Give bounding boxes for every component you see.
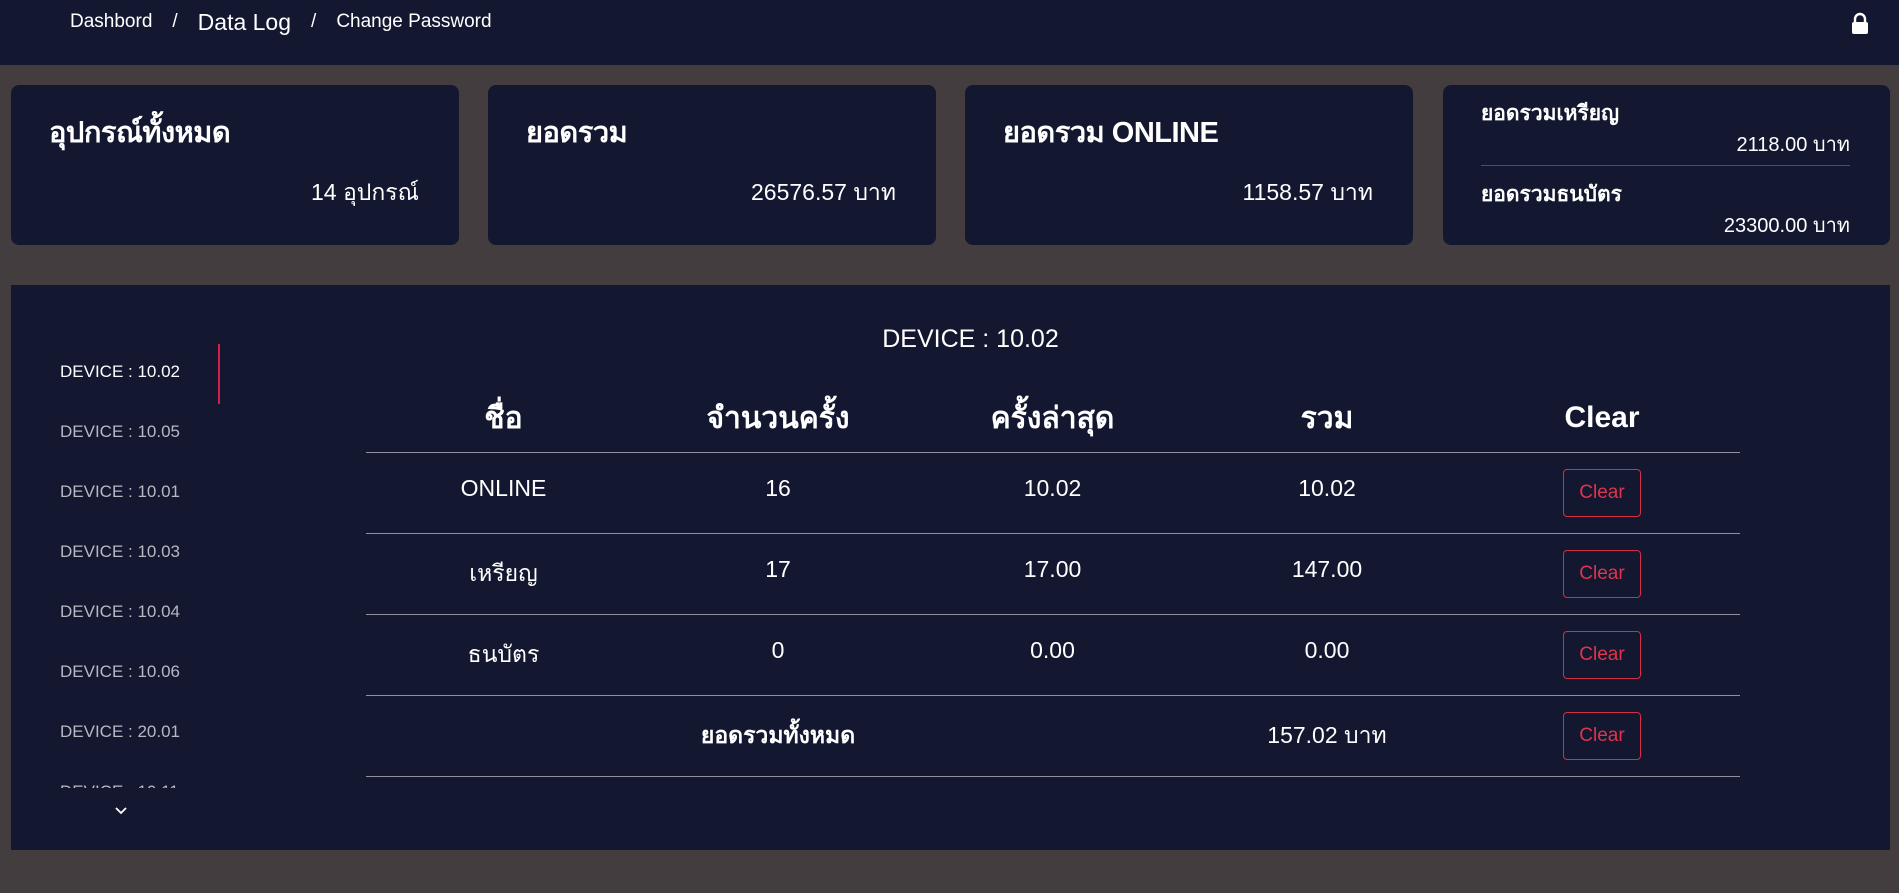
- row-last: 10.02: [915, 452, 1190, 534]
- row-sum: 10.02: [1190, 452, 1464, 534]
- row-count: 16: [641, 452, 915, 534]
- total-amount-card: ยอดรวม 26576.57 บาท: [488, 85, 936, 245]
- device-item-10-03[interactable]: DEVICE : 10.03: [11, 522, 221, 582]
- card-title: ยอดรวม ONLINE: [1003, 117, 1219, 149]
- clear-online-button[interactable]: Clear: [1563, 468, 1641, 517]
- device-log-table: ชื่อ จำนวนครั้ง ครั้งล่าสุด รวม Clear ON…: [366, 385, 1740, 777]
- card-title: ยอดรวม: [526, 117, 628, 149]
- column-last: ครั้งล่าสุด: [915, 385, 1190, 453]
- device-item-10-05[interactable]: DEVICE : 10.05: [11, 402, 221, 462]
- card-value: 1158.57 บาท: [1242, 179, 1374, 205]
- coin-total-value: 2118.00 บาท: [1736, 134, 1850, 156]
- top-navbar: Dashbord / Data Log / Change Password: [0, 0, 1899, 65]
- column-name: ชื่อ: [366, 385, 641, 453]
- table-header-row: ชื่อ จำนวนครั้ง ครั้งล่าสุด รวม Clear: [366, 385, 1740, 453]
- row-last: 17.00: [915, 533, 1190, 615]
- row-name: ONLINE: [366, 452, 641, 534]
- coin-total-title: ยอดรวมเหรียญ: [1481, 102, 1619, 125]
- total-value: 157.02 บาท: [1190, 695, 1464, 777]
- device-title: DEVICE : 10.02: [882, 325, 1059, 353]
- column-count: จำนวนครั้ง: [641, 385, 915, 453]
- card-value: 26576.57 บาท: [751, 179, 896, 205]
- column-clear: Clear: [1464, 385, 1740, 453]
- nav-data-log-link[interactable]: Data Log: [198, 9, 291, 36]
- device-item-10-04[interactable]: DEVICE : 10.04: [11, 582, 221, 642]
- row-name: ธนบัตร: [366, 614, 641, 696]
- device-item-10-01[interactable]: DEVICE : 10.01: [11, 462, 221, 522]
- row-name: เหรียญ: [366, 533, 641, 615]
- total-devices-card: อุปกรณ์ทั้งหมด 14 อุปกรณ์: [11, 85, 459, 245]
- row-count: 0: [641, 614, 915, 696]
- total-spacer: [366, 695, 641, 777]
- banknote-total-title: ยอดรวมธนบัตร: [1481, 183, 1622, 206]
- clear-banknote-button[interactable]: Clear: [1563, 630, 1641, 679]
- row-action: Clear: [1464, 695, 1740, 777]
- coin-banknote-card: ยอดรวมเหรียญ 2118.00 บาท ยอดรวมธนบัตร 23…: [1443, 85, 1890, 245]
- breadcrumb-separator: /: [311, 11, 317, 32]
- total-row: ยอดรวมทั้งหมด 157.02 บาท Clear: [366, 695, 1740, 777]
- table-row: ONLINE 16 10.02 10.02 Clear: [366, 452, 1740, 534]
- row-sum: 0.00: [1190, 614, 1464, 696]
- row-count: 17: [641, 533, 915, 615]
- row-sum: 147.00: [1190, 533, 1464, 615]
- online-total-card: ยอดรวม ONLINE 1158.57 บาท: [965, 85, 1413, 245]
- device-item-10-11[interactable]: DEVICE : 10.11: [11, 762, 221, 788]
- row-action: Clear: [1464, 452, 1740, 534]
- total-spacer: [915, 695, 1190, 777]
- row-last: 0.00: [915, 614, 1190, 696]
- device-item-10-06[interactable]: DEVICE : 10.06: [11, 642, 221, 702]
- column-sum: รวม: [1190, 385, 1464, 453]
- breadcrumb-separator: /: [172, 11, 178, 32]
- device-item-20-01[interactable]: DEVICE : 20.01: [11, 702, 221, 762]
- banknote-total-value: 23300.00 บาท: [1723, 215, 1850, 237]
- clear-all-button[interactable]: Clear: [1563, 711, 1641, 760]
- table-row: เหรียญ 17 17.00 147.00 Clear: [366, 533, 1740, 615]
- nav-change-password-link[interactable]: Change Password: [336, 11, 491, 33]
- row-action: Clear: [1464, 614, 1740, 696]
- clear-coin-button[interactable]: Clear: [1563, 549, 1641, 598]
- row-action: Clear: [1464, 533, 1740, 615]
- lock-icon[interactable]: [1849, 12, 1871, 36]
- breadcrumb: Dashbord / Data Log / Change Password: [70, 8, 492, 36]
- divider: [1481, 165, 1850, 166]
- nav-dashboard-link[interactable]: Dashbord: [70, 11, 152, 33]
- device-panel: DEVICE : 10.02 DEVICE : 10.05 DEVICE : 1…: [11, 285, 1890, 850]
- chevron-down-icon[interactable]: [111, 803, 131, 817]
- total-label: ยอดรวมทั้งหมด: [641, 695, 915, 777]
- card-value: 14 อุปกรณ์: [310, 179, 419, 205]
- card-title: อุปกรณ์ทั้งหมด: [49, 117, 231, 149]
- table-row: ธนบัตร 0 0.00 0.00 Clear: [366, 614, 1740, 696]
- device-list[interactable]: DEVICE : 10.02 DEVICE : 10.05 DEVICE : 1…: [11, 342, 221, 788]
